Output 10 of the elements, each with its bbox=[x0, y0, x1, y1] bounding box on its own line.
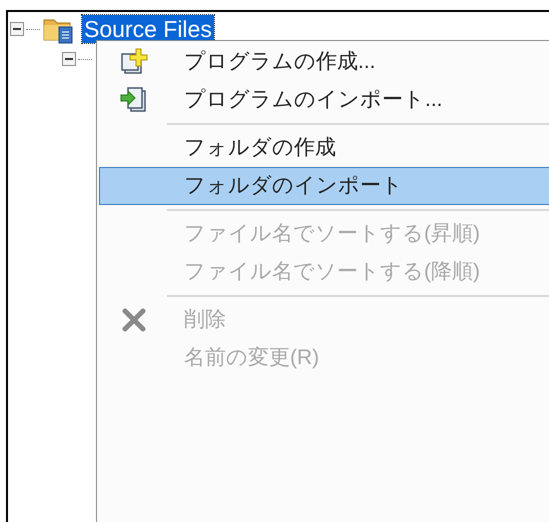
close-icon bbox=[121, 307, 147, 333]
collapse-icon[interactable] bbox=[10, 22, 24, 36]
menu-item[interactable]: プログラムの作成... bbox=[99, 43, 549, 81]
tree-item-label[interactable]: Source Files bbox=[82, 15, 214, 43]
import-file-icon bbox=[119, 85, 149, 115]
menu-item[interactable]: プログラムのインポート... bbox=[99, 81, 549, 119]
menu-item[interactable]: フォルダの作成 bbox=[99, 129, 549, 167]
new-file-icon bbox=[119, 47, 149, 77]
menu-item[interactable]: フォルダのインポート bbox=[99, 167, 549, 205]
collapse-icon[interactable] bbox=[62, 52, 76, 66]
